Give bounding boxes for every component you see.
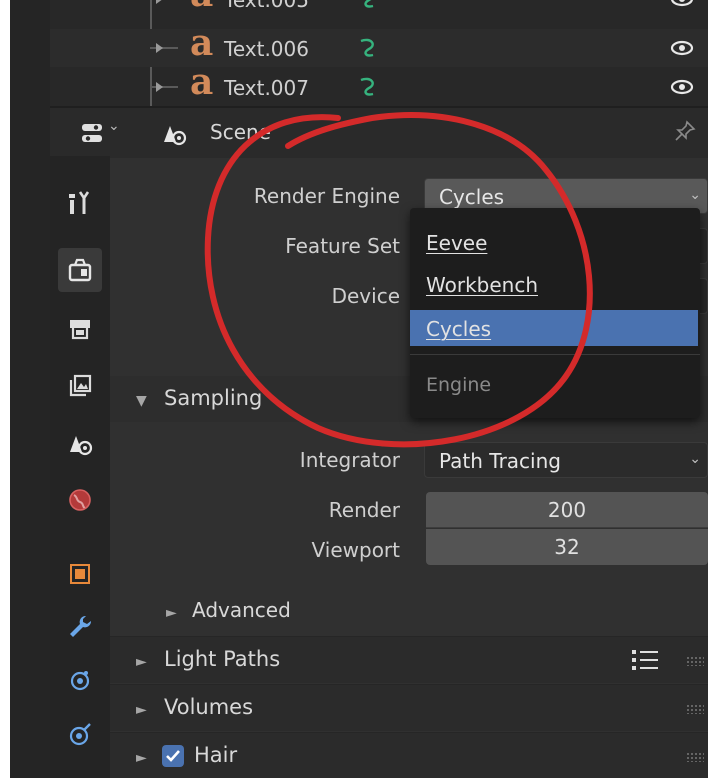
collapsed-triangle-icon: ► [136, 750, 147, 766]
tree-branch [150, 86, 178, 88]
curve-data-icon [360, 77, 374, 96]
outliner-row[interactable]: a Text.007 [50, 61, 708, 106]
eye-icon[interactable] [670, 39, 694, 57]
feature-set-label: Feature Set [285, 234, 400, 258]
outliner-item-name: Text.007 [224, 76, 309, 100]
render-engine-label: Render Engine [253, 184, 400, 208]
pin-icon[interactable] [674, 120, 696, 142]
device-label: Device [331, 284, 400, 308]
tab-modifiers[interactable] [58, 604, 102, 648]
menu-divider [410, 354, 700, 355]
chevron-down-icon[interactable]: ⌄ [108, 118, 120, 134]
outliner-item-name: Text.006 [224, 37, 309, 61]
volumes-panel-header[interactable]: ► Volumes [50, 684, 708, 731]
text-object-icon: a [190, 22, 214, 64]
scene-icon [164, 126, 187, 146]
integrator-dropdown[interactable]: Path Tracing ⌄ [424, 442, 708, 478]
menu-item-cycles[interactable]: Cycles [410, 310, 698, 346]
tab-object[interactable] [58, 552, 102, 596]
tool-icon [69, 191, 90, 214]
tree-arrow-icon [156, 82, 163, 92]
collapsed-triangle-icon: ► [166, 605, 177, 621]
tab-tool[interactable] [58, 180, 102, 224]
blender-window: a Text.005 a Text.006 a Text.007 [10, 0, 708, 778]
tab-world[interactable] [58, 478, 102, 522]
viewport-samples-value: 32 [554, 535, 580, 559]
outliner-item-name: Text.005 [224, 0, 309, 12]
properties-tab-strip [50, 156, 110, 778]
properties-editor-type-icon[interactable] [80, 121, 104, 145]
tab-particles[interactable] [58, 658, 102, 702]
tab-render[interactable] [58, 248, 102, 292]
tab-scene[interactable] [58, 422, 102, 466]
drag-grip-icon[interactable] [686, 704, 704, 714]
eye-icon[interactable] [670, 78, 694, 96]
chevron-down-icon: ⌄ [689, 187, 701, 203]
outliner-row[interactable]: a Text.006 [50, 22, 708, 67]
hair-panel-header[interactable]: ► Hair [50, 732, 708, 778]
object-icon [70, 564, 90, 584]
hair-title: Hair [194, 743, 238, 767]
eye-icon[interactable] [670, 0, 694, 8]
particles-icon [70, 671, 90, 691]
collapsed-triangle-icon: ► [136, 702, 147, 718]
expanded-triangle-icon: ▼ [136, 393, 147, 409]
render-engine-value: Cycles [439, 185, 505, 209]
tree-arrow-icon [156, 0, 163, 4]
advanced-title: Advanced [192, 598, 291, 622]
integrator-value: Path Tracing [439, 449, 561, 473]
tree-branch [150, 47, 178, 49]
outliner: a Text.005 a Text.006 a Text.007 [50, 0, 708, 106]
integrator-label: Integrator [299, 448, 400, 472]
render-samples-field[interactable]: 200 [426, 492, 708, 528]
drag-grip-icon[interactable] [686, 752, 704, 762]
text-object-icon: a [190, 0, 213, 16]
light-paths-panel-header[interactable]: ► Light Paths [50, 636, 708, 683]
tab-output[interactable] [58, 306, 102, 350]
light-paths-title: Light Paths [164, 647, 281, 671]
menu-item-workbench[interactable]: Workbench [410, 266, 698, 302]
advanced-subpanel-header[interactable]: ► Advanced [50, 588, 708, 634]
collapsed-triangle-icon: ► [136, 654, 147, 670]
volumes-title: Volumes [164, 695, 254, 719]
viewport-samples-label: Viewport [311, 538, 400, 562]
tree-arrow-icon [156, 43, 163, 53]
output-printer-icon [70, 320, 90, 340]
curve-data-icon [360, 38, 374, 57]
viewport-samples-field[interactable]: 32 [426, 529, 708, 565]
curve-data-icon [364, 0, 374, 8]
render-engine-menu: Eevee Workbench Cycles Engine [410, 208, 700, 418]
wrench-icon [70, 615, 92, 637]
render-samples-label: Render [328, 498, 400, 522]
tab-physics[interactable] [58, 712, 102, 756]
menu-item-eevee[interactable]: Eevee [410, 224, 698, 260]
context-breadcrumb: Scene [210, 120, 271, 144]
presets-list-icon[interactable] [630, 647, 660, 673]
tab-view-layer[interactable] [58, 364, 102, 408]
scene-icon [70, 436, 93, 456]
hair-checkbox[interactable] [162, 745, 184, 767]
properties-header: ⌄ Scene [50, 108, 708, 158]
menu-item-label: Cycles [426, 317, 492, 341]
menu-item-label: Workbench [426, 273, 538, 297]
menu-item-label: Eevee [426, 231, 488, 255]
world-icon [69, 489, 91, 511]
physics-icon [69, 723, 91, 746]
properties-editor: ⌄ Scene Render Engine Cycles ⌄ Feature S… [50, 106, 708, 778]
view-layer-icon [69, 374, 92, 397]
drag-grip-icon[interactable] [686, 656, 704, 666]
render-samples-value: 200 [547, 498, 587, 522]
sampling-title: Sampling [164, 386, 263, 410]
chevron-down-icon: ⌄ [689, 451, 701, 467]
outliner-row[interactable]: a Text.005 [50, 0, 708, 18]
menu-section-title: Engine [426, 374, 492, 396]
render-camera-icon [68, 258, 92, 282]
text-object-icon: a [190, 61, 214, 103]
